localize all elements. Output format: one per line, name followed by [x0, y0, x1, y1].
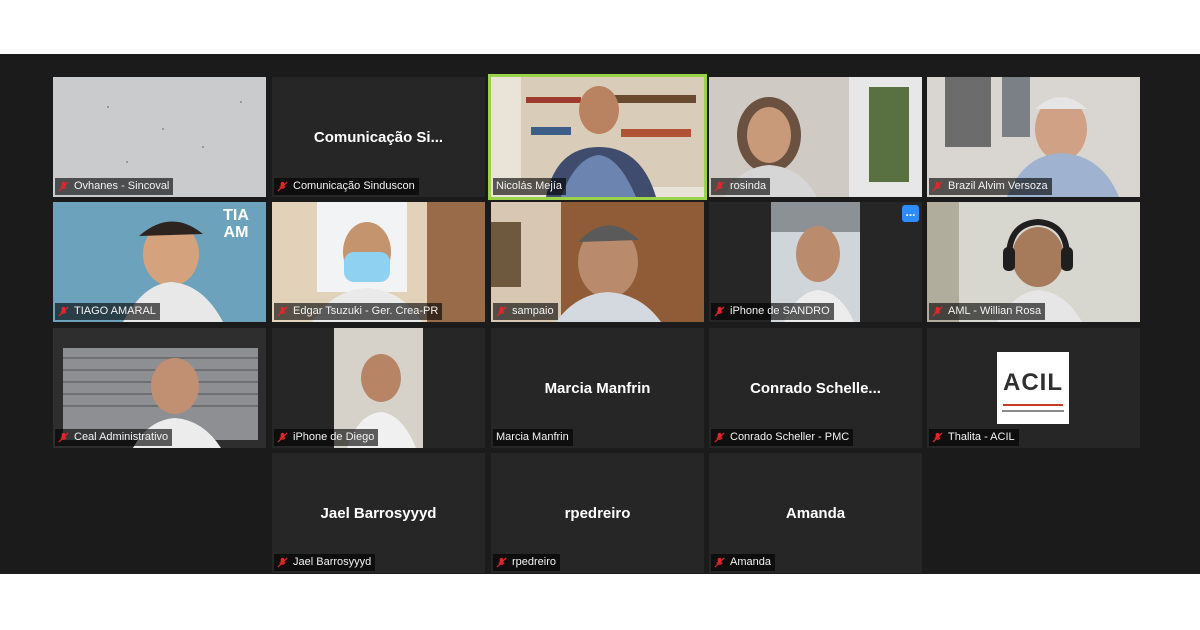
- mic-off-icon: [277, 306, 288, 317]
- participant-name: iPhone de SANDRO: [730, 305, 830, 317]
- mic-off-icon: [714, 181, 725, 192]
- participant-name: Jael Barrosyyyd: [293, 556, 372, 568]
- participant-tile-nicolas-mejia[interactable]: Nicolás Mejía: [488, 74, 707, 200]
- participant-name-tag: sampaio: [493, 303, 558, 320]
- banner-text: TIA AM: [223, 207, 249, 241]
- participant-name-tag: Edgar Tsuzuki - Ger. Crea-PR: [274, 303, 443, 320]
- participant-name: Marcia Manfrin: [496, 431, 569, 443]
- mic-off-icon: [932, 181, 943, 192]
- participant-name: Comunicação Sinduscon: [293, 180, 415, 192]
- participant-tile-sampaio[interactable]: sampaio: [491, 202, 704, 322]
- participant-name: Edgar Tsuzuki - Ger. Crea-PR: [293, 305, 439, 317]
- mic-off-icon: [932, 432, 943, 443]
- participant-tile-iphone-sandro[interactable]: ... iPhone de SANDRO: [709, 202, 922, 322]
- participant-tile-ovhanes[interactable]: Ovhanes - Sincoval: [53, 77, 266, 197]
- participant-name-tag: rpedreiro: [493, 554, 561, 571]
- participant-name-tag: Conrado Scheller - PMC: [711, 429, 854, 446]
- acil-logo: ACIL: [997, 352, 1069, 424]
- mic-off-icon: [714, 432, 725, 443]
- participant-name: Amanda: [730, 556, 771, 568]
- more-options-button[interactable]: ...: [902, 205, 919, 222]
- participant-tile-iphone-diego[interactable]: iPhone de Diego: [272, 328, 485, 448]
- participant-name: Ovhanes - Sincoval: [74, 180, 170, 192]
- participant-name-tag: Jael Barrosyyyd: [274, 554, 376, 571]
- participant-tile-ceal-administrativo[interactable]: Ceal Administrativo: [53, 328, 266, 448]
- watermark-fragment: [890, 572, 1040, 574]
- participant-name-tag: iPhone de Diego: [274, 429, 379, 446]
- mic-off-icon: [932, 306, 943, 317]
- participant-name: rpedreiro: [512, 556, 557, 568]
- participant-name-tag: Ovhanes - Sincoval: [55, 178, 174, 195]
- mic-off-icon: [58, 432, 69, 443]
- mic-off-icon: [714, 557, 725, 568]
- participant-name: Ceal Administrativo: [74, 431, 169, 443]
- participant-tile-brazil-alvim[interactable]: Brazil Alvim Versoza: [927, 77, 1140, 197]
- participant-name-tag: rosinda: [711, 178, 771, 195]
- mic-off-icon: [277, 181, 288, 192]
- participant-name-tag: TIAGO AMARAL: [55, 303, 160, 320]
- screenshot-stage: Ovhanes - Sincoval Comunicação Si... Com…: [0, 0, 1200, 630]
- participant-name-tag: Ceal Administrativo: [55, 429, 173, 446]
- mic-off-icon: [496, 306, 507, 317]
- participant-name-tag: Marcia Manfrin: [493, 429, 573, 446]
- participant-tile-comunicacao[interactable]: Comunicação Si... Comunicação Sinduscon: [272, 77, 485, 197]
- participant-name: AML - Willian Rosa: [948, 305, 1042, 317]
- participant-name-tag: Brazil Alvim Versoza: [929, 178, 1052, 195]
- participant-tile-jael-barrosyyyd[interactable]: Jael Barrosyyyd Jael Barrosyyyd: [272, 453, 485, 573]
- participant-tile-aml-willian-rosa[interactable]: AML - Willian Rosa: [927, 202, 1140, 322]
- participant-name-tag: iPhone de SANDRO: [711, 303, 834, 320]
- participant-name: TIAGO AMARAL: [74, 305, 156, 317]
- participant-name-tag: Nicolás Mejía: [493, 178, 567, 195]
- participant-name: sampaio: [512, 305, 554, 317]
- participant-name-tag: Comunicação Sinduscon: [274, 178, 419, 195]
- mic-off-icon: [58, 181, 69, 192]
- participant-tile-edgar-tsuzuki[interactable]: Edgar Tsuzuki - Ger. Crea-PR: [272, 202, 485, 322]
- participant-tile-thalita-acil[interactable]: ACIL Thalita - ACIL: [927, 328, 1140, 448]
- participant-name: Conrado Scheller - PMC: [730, 431, 850, 443]
- participant-name: iPhone de Diego: [293, 431, 375, 443]
- participant-name-tag: Thalita - ACIL: [929, 429, 1019, 446]
- acil-logo-subtitle-line: [1002, 410, 1064, 412]
- participant-name-tag: AML - Willian Rosa: [929, 303, 1046, 320]
- mic-off-icon: [277, 557, 288, 568]
- acil-logo-accent: [1003, 404, 1063, 406]
- participant-name: Brazil Alvim Versoza: [948, 180, 1048, 192]
- mic-off-icon: [714, 306, 725, 317]
- mic-off-icon: [58, 306, 69, 317]
- meeting-gallery: Ovhanes - Sincoval Comunicação Si... Com…: [0, 54, 1200, 574]
- acil-logo-text: ACIL: [1003, 369, 1063, 396]
- participant-tile-marcia-manfrin[interactable]: Marcia Manfrin Marcia Manfrin: [491, 328, 704, 448]
- ellipsis-icon: ...: [905, 205, 916, 219]
- participant-name-tag: Amanda: [711, 554, 775, 571]
- mic-off-icon: [277, 432, 288, 443]
- participant-name: Nicolás Mejía: [496, 180, 563, 192]
- participant-name: rosinda: [730, 180, 767, 192]
- mic-off-icon: [496, 557, 507, 568]
- participant-tile-rpedreiro[interactable]: rpedreiro rpedreiro: [491, 453, 704, 573]
- participant-tile-tiago-amaral[interactable]: TIA AM TIAGO AMARAL: [53, 202, 266, 322]
- participant-tile-conrado-scheller[interactable]: Conrado Schelle... Conrado Scheller - PM…: [709, 328, 922, 448]
- participant-name: Thalita - ACIL: [948, 431, 1015, 443]
- participant-tile-rosinda[interactable]: rosinda: [709, 77, 922, 197]
- participant-tile-amanda[interactable]: Amanda Amanda: [709, 453, 922, 573]
